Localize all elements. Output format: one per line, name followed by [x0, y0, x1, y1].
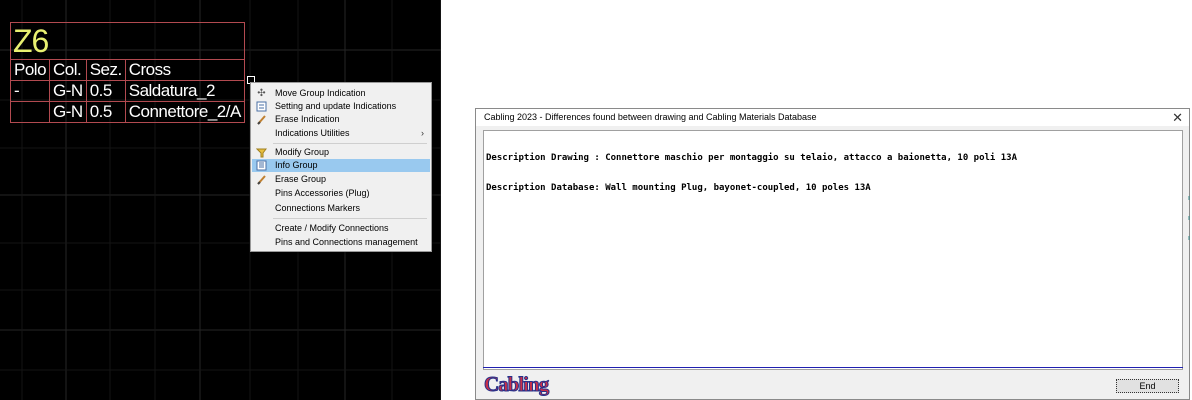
modify-group-icon — [255, 147, 267, 158]
menu-item-label: Connections Markers — [275, 203, 361, 213]
menu-item-label: Modify Group — [275, 147, 330, 157]
cell-polo: - — [9, 80, 51, 102]
menu-item-indications-utilities[interactable]: Indications Utilities › — [252, 127, 430, 140]
cell-cross: Saldatura_2 — [124, 80, 245, 102]
menu-separator — [273, 218, 427, 219]
menu-item-label: Erase Indication — [275, 114, 340, 124]
cell-sez: 0.5 — [85, 80, 126, 102]
menu-separator — [273, 143, 427, 144]
table-row: G-N 0.5 Connettore_2/A — [9, 101, 245, 123]
menu-item-label: Indications Utilities — [275, 128, 350, 138]
close-icon[interactable]: ✕ — [1172, 109, 1183, 126]
column-header-col: Col. — [49, 59, 87, 81]
differences-text-area[interactable]: Description Drawing : Connettore maschio… — [483, 130, 1183, 370]
dialog-titlebar[interactable]: Cabling 2023 - Differences found between… — [476, 109, 1189, 126]
menu-item-label: Info Group — [275, 160, 318, 170]
info-group-icon — [256, 160, 267, 171]
description-database-line: Description Database: Wall mounting Plug… — [486, 183, 871, 193]
settings-indications-icon — [256, 101, 267, 112]
menu-item-label: Pins Accessories (Plug) — [275, 188, 370, 198]
eraser-icon — [256, 114, 267, 125]
window-edge-marks — [1188, 196, 1190, 240]
differences-dialog: Cabling 2023 - Differences found between… — [475, 108, 1190, 400]
menu-item-label: Move Group Indication — [275, 88, 366, 98]
cabling-logo: Cabling — [483, 372, 549, 396]
connector-indication-table[interactable]: Z6 Polo Col. Sez. Cross - G-N 0.5 Saldat… — [9, 22, 245, 123]
cell-cross: Connettore_2/A — [124, 101, 245, 123]
menu-item-create-modify-connections[interactable]: Create / Modify Connections — [252, 222, 430, 235]
submenu-arrow-icon: › — [421, 128, 424, 138]
cell-col: G-N — [49, 101, 87, 123]
menu-item-label: Pins and Connections management — [275, 237, 418, 247]
cell-col: G-N — [49, 80, 87, 102]
menu-item-erase-group[interactable]: Erase Group — [252, 173, 430, 186]
cell-sez: 0.5 — [85, 101, 126, 123]
cad-drawing-canvas[interactable]: Z6 Polo Col. Sez. Cross - G-N 0.5 Saldat… — [0, 0, 441, 400]
column-header-cross: Cross — [124, 59, 245, 81]
table-title-row: Z6 — [10, 22, 245, 60]
table-row: - G-N 0.5 Saldatura_2 — [9, 80, 245, 102]
menu-item-connections-markers[interactable]: Connections Markers — [252, 202, 430, 215]
description-drawing-line: Description Drawing : Connettore maschio… — [486, 153, 1018, 163]
menu-item-modify-group[interactable]: Modify Group — [252, 146, 430, 159]
cell-polo — [9, 101, 51, 123]
column-header-polo: Polo — [9, 59, 51, 81]
context-menu: ✣ Move Group Indication Setting and upda… — [250, 82, 432, 252]
menu-item-move-group-indication[interactable]: ✣ Move Group Indication — [252, 87, 430, 100]
menu-item-pins-connections-management[interactable]: Pins and Connections management — [252, 236, 430, 249]
eraser-icon — [256, 174, 267, 185]
group-title: Z6 — [10, 22, 245, 60]
menu-item-label: Setting and update Indications — [275, 101, 397, 111]
column-header-sez: Sez. — [85, 59, 126, 81]
table-header-row: Polo Col. Sez. Cross — [9, 59, 245, 81]
end-button[interactable]: End — [1116, 379, 1179, 393]
dialog-title: Cabling 2023 - Differences found between… — [484, 112, 817, 122]
menu-item-erase-indication[interactable]: Erase Indication — [252, 113, 430, 126]
dialog-divider — [483, 367, 1183, 368]
move-icon: ✣ — [257, 88, 266, 99]
menu-item-label: Erase Group — [275, 174, 327, 184]
menu-item-setting-update-indications[interactable]: Setting and update Indications — [252, 100, 430, 113]
menu-item-label: Create / Modify Connections — [275, 223, 389, 233]
menu-item-pins-accessories[interactable]: Pins Accessories (Plug) — [252, 187, 430, 200]
menu-item-info-group[interactable]: Info Group — [252, 159, 430, 172]
